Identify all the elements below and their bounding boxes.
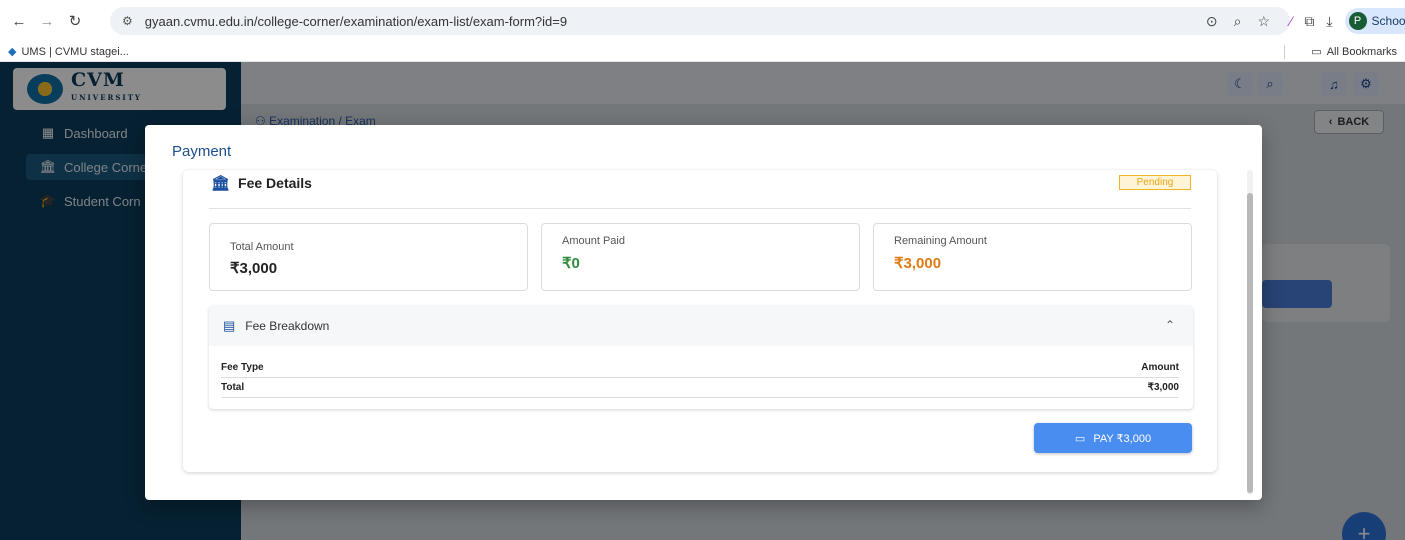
bookmark-favicon-icon: ◆ bbox=[8, 46, 17, 58]
col-amount: Amount bbox=[1141, 362, 1179, 373]
amount-paid-label: Amount Paid bbox=[562, 235, 625, 247]
total-amount-value: ₹3,000 bbox=[230, 260, 278, 277]
fee-details-header: 🏛 Fee Details bbox=[211, 174, 312, 192]
pay-button-label: PAY ₹3,000 bbox=[1093, 432, 1152, 445]
col-fee-type: Fee Type bbox=[221, 362, 264, 373]
payment-dialog: Payment 🏛 Fee Details Pending Total Amou… bbox=[145, 125, 1262, 500]
zoom-icon[interactable]: ⌕ bbox=[1234, 13, 1242, 30]
receipt-icon: ▤ bbox=[223, 318, 236, 333]
extension-pen-icon[interactable]: ⁄ bbox=[1290, 13, 1292, 29]
bookmark-ums-label: UMS | CVMU stagei... bbox=[21, 45, 129, 58]
table-row: Total ₹3,000 bbox=[221, 378, 1179, 398]
remaining-amount-value: ₹3,000 bbox=[894, 255, 942, 272]
address-bar[interactable]: ⚙ gyaan.cvmu.edu.in/college-corner/exami… bbox=[110, 7, 1290, 35]
total-row-value: ₹3,000 bbox=[1147, 382, 1179, 393]
extensions-puzzle-icon[interactable]: ⧉ bbox=[1304, 13, 1314, 30]
bookmarks-bar: ◆ UMS | CVMU stagei... ▭ All Bookmarks bbox=[0, 42, 1405, 62]
table-header-row: Fee Type Amount bbox=[221, 358, 1179, 378]
total-amount-box: Total Amount ₹3,000 bbox=[209, 223, 528, 291]
bookmark-star-icon[interactable]: ☆ bbox=[1257, 13, 1270, 30]
pay-button[interactable]: ▭ PAY ₹3,000 bbox=[1034, 423, 1192, 453]
divider bbox=[209, 208, 1191, 209]
bookmark-ums[interactable]: ◆ UMS | CVMU stagei... bbox=[8, 45, 129, 59]
fee-breakdown-panel: ▤ Fee Breakdown ⌃ Fee Type Amount Total … bbox=[209, 306, 1193, 409]
profile-label: School bbox=[1371, 14, 1405, 28]
all-bookmarks-label: All Bookmarks bbox=[1326, 45, 1397, 58]
remaining-amount-box: Remaining Amount ₹3,000 bbox=[873, 223, 1192, 291]
password-key-icon[interactable]: ⊙ bbox=[1206, 13, 1218, 30]
dialog-scrollbar-thumb[interactable] bbox=[1247, 193, 1253, 493]
fee-breakdown-header[interactable]: ▤ Fee Breakdown ⌃ bbox=[209, 306, 1193, 346]
amount-paid-box: Amount Paid ₹0 bbox=[541, 223, 860, 291]
reload-icon[interactable]: ↻ bbox=[62, 8, 88, 34]
dialog-title: Payment bbox=[172, 143, 232, 160]
back-arrow-icon[interactable]: ← bbox=[6, 8, 32, 34]
download-icon[interactable]: ⤓ bbox=[1326, 13, 1332, 30]
remaining-amount-label: Remaining Amount bbox=[894, 235, 987, 247]
credit-card-icon: ▭ bbox=[1074, 432, 1086, 445]
folder-icon: ▭ bbox=[1311, 46, 1322, 58]
status-badge: Pending bbox=[1119, 175, 1191, 190]
all-bookmarks[interactable]: ▭ All Bookmarks bbox=[1311, 45, 1397, 59]
fee-details-title: Fee Details bbox=[238, 175, 312, 191]
bank-icon: 🏛 bbox=[211, 175, 231, 192]
site-settings-icon[interactable]: ⚙ bbox=[122, 14, 133, 28]
profile-button[interactable]: P School bbox=[1344, 8, 1405, 34]
chevron-up-icon[interactable]: ⌃ bbox=[1165, 318, 1175, 332]
fee-details-card: 🏛 Fee Details Pending Total Amount ₹3,00… bbox=[183, 170, 1217, 472]
fee-breakdown-title: Fee Breakdown bbox=[245, 319, 330, 333]
bookmark-divider bbox=[1284, 45, 1285, 59]
url-text: gyaan.cvmu.edu.in/college-corner/examina… bbox=[144, 13, 568, 29]
amount-paid-value: ₹0 bbox=[562, 255, 580, 272]
profile-avatar: P bbox=[1348, 12, 1367, 30]
forward-arrow-icon[interactable]: → bbox=[34, 8, 60, 34]
total-row-label: Total bbox=[221, 382, 245, 393]
total-amount-label: Total Amount bbox=[230, 241, 294, 253]
browser-toolbar: ← → ↻ ⚙ gyaan.cvmu.edu.in/college-corner… bbox=[0, 0, 1405, 42]
